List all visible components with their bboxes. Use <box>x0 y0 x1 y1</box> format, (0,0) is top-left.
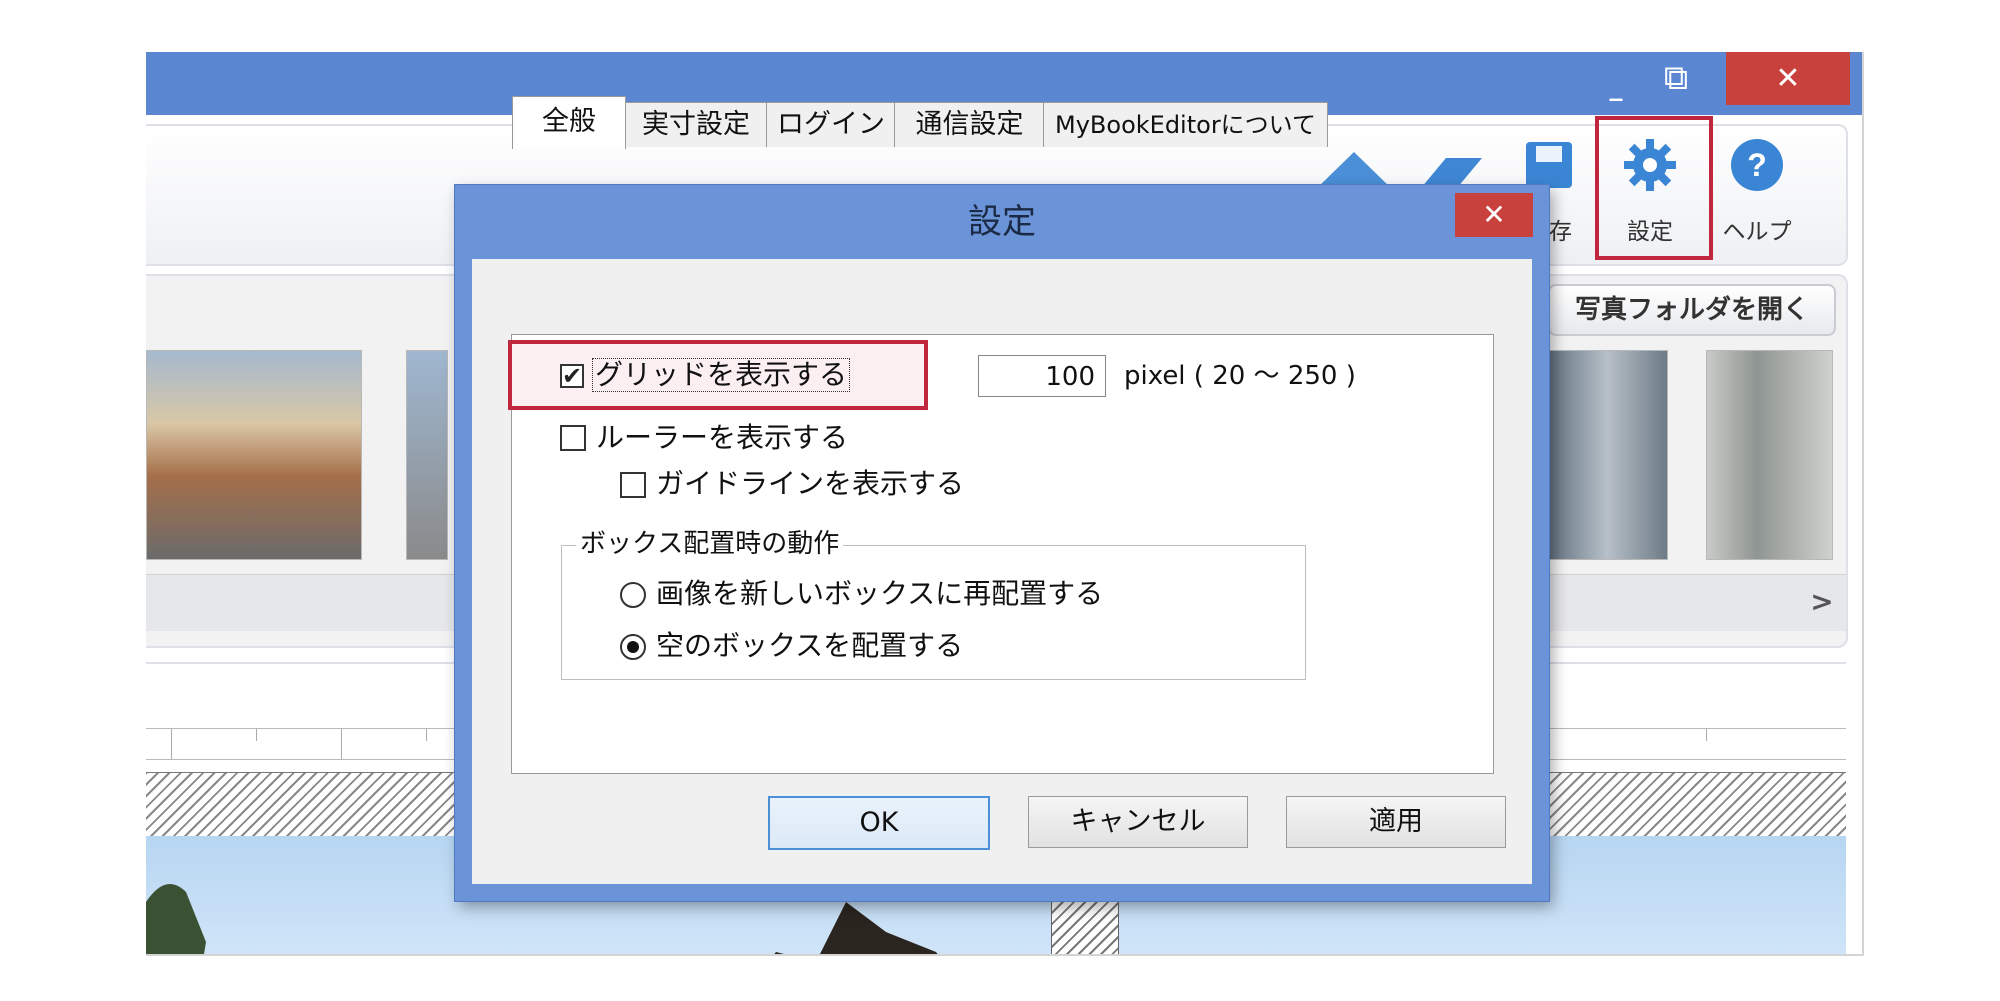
ok-button[interactable]: OK <box>768 796 990 850</box>
tab-actual-size[interactable]: 実寸設定 <box>624 102 768 147</box>
minimize-button[interactable]: _ <box>1586 52 1646 105</box>
show-ruler-label: ルーラーを表示する <box>596 421 849 454</box>
dialog-close-button[interactable]: ✕ <box>1455 193 1533 237</box>
maximize-button[interactable]: ⧉ <box>1646 52 1706 105</box>
grid-size-input[interactable]: 100 <box>978 355 1106 397</box>
radio-relocate-image[interactable] <box>620 582 646 608</box>
tab-about[interactable]: MyBookEditorについて <box>1043 102 1328 147</box>
help-icon: ? <box>1731 139 1783 191</box>
ruler-tick <box>341 729 342 759</box>
grid-size-unit-label: pixel ( 20 〜 250 ) <box>1124 361 1356 391</box>
show-guides-checkbox[interactable] <box>620 472 646 498</box>
tab-network[interactable]: 通信設定 <box>894 102 1045 147</box>
show-guides-label: ガイドラインを表示する <box>656 467 965 500</box>
ruler-tick <box>171 729 172 759</box>
ruler-tick <box>256 729 257 741</box>
help-tool[interactable]: ? ヘルプ <box>1714 124 1800 245</box>
tab-general[interactable]: 全般 <box>512 96 626 149</box>
cancel-button[interactable]: キャンセル <box>1028 796 1248 848</box>
window-close-button[interactable]: ✕ <box>1726 52 1850 105</box>
dialog-title: 設定 <box>968 202 1036 242</box>
photo-thumbnail[interactable] <box>1546 350 1668 560</box>
photo-thumbnail[interactable] <box>146 350 362 560</box>
building-silhouette <box>774 902 938 954</box>
open-photo-folder-button[interactable]: 写真フォルダを開く <box>1548 284 1836 336</box>
show-grid-checkbox[interactable]: ✔ <box>560 364 584 388</box>
apply-button[interactable]: 適用 <box>1286 796 1506 848</box>
show-ruler-checkbox[interactable] <box>560 425 586 451</box>
box-placement-legend: ボックス配置時の動作 <box>576 528 844 560</box>
ruler-tick <box>426 729 427 741</box>
statue-silhouette <box>146 884 206 954</box>
photo-thumbnail[interactable] <box>1706 350 1833 560</box>
radio-relocate-image-label: 画像を新しいボックスに再配置する <box>656 577 1104 610</box>
radio-selected-dot <box>627 641 639 653</box>
svg-text:?: ? <box>1747 147 1767 183</box>
settings-highlight-box <box>1595 116 1713 260</box>
tab-login[interactable]: ログイン <box>766 102 896 147</box>
ruler-tick <box>1706 729 1707 741</box>
next-photos-arrow[interactable]: > <box>1802 574 1842 630</box>
photo-thumbnail[interactable] <box>406 350 448 560</box>
radio-empty-box-label: 空のボックスを配置する <box>656 629 964 662</box>
radio-empty-box[interactable] <box>620 634 646 660</box>
show-grid-label: グリッドを表示する <box>592 358 851 392</box>
grid-hatched-box <box>1051 894 1119 954</box>
help-label: ヘルプ <box>1722 219 1792 245</box>
